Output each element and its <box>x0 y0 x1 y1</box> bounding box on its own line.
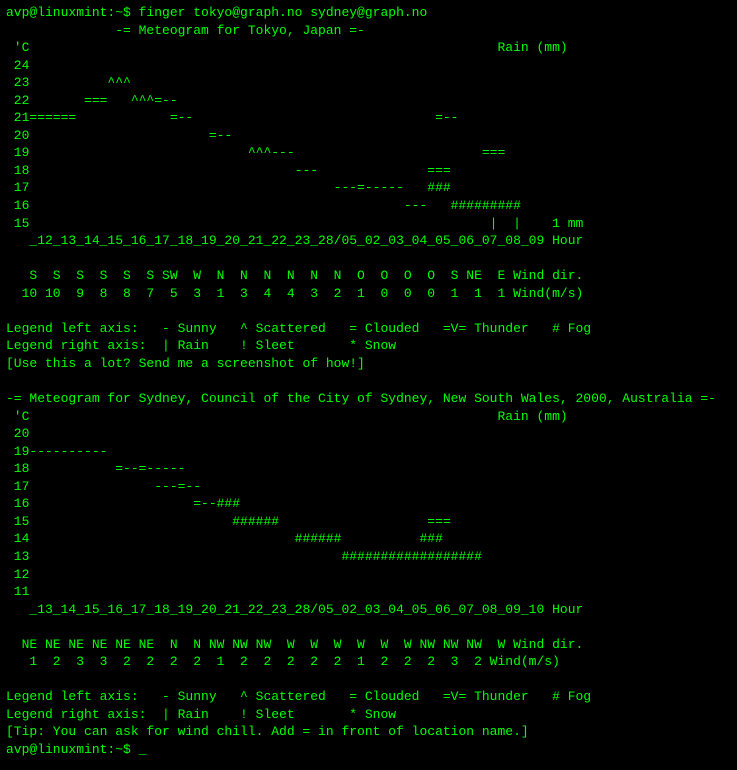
terminal-output: avp@linuxmint:~$ finger tokyo@graph.no s… <box>6 4 731 759</box>
terminal-window: avp@linuxmint:~$ finger tokyo@graph.no s… <box>6 4 731 759</box>
